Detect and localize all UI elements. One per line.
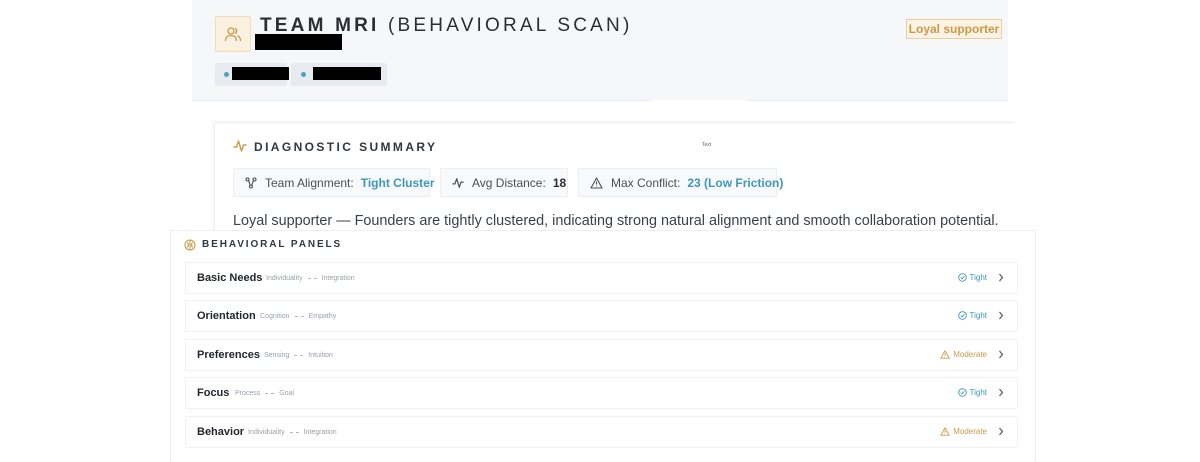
metric-value: 18 <box>552 175 567 190</box>
panel-row[interactable]: Orientation Cognition Empathy Tight <box>185 300 1018 332</box>
redacted-tag-label <box>232 67 289 80</box>
chevron-right-icon[interactable] <box>998 311 1004 320</box>
metric-value: Tight Cluster <box>360 175 435 190</box>
founder-tag <box>215 63 289 86</box>
diagnostic-summary-text: Loyal supporter — Founders are tightly c… <box>233 213 999 229</box>
axis-from: Individuality <box>266 275 303 282</box>
axis-to: Intuition <box>308 352 333 359</box>
axis-to: Integration <box>321 275 355 282</box>
redacted-tag-label <box>313 67 381 80</box>
chevron-right-icon[interactable] <box>998 273 1004 282</box>
team-name: TEAM MRI <box>260 15 380 36</box>
panel-axis: Cognition Empathy <box>260 313 336 320</box>
axis-from: Cognition <box>260 313 290 320</box>
axis-from: Sensing <box>264 352 290 359</box>
panel-status: Moderate <box>940 350 987 359</box>
panels-title: BEHAVIORAL PANELS <box>202 239 343 250</box>
panel-status: Tight <box>957 311 988 320</box>
team-avatar <box>215 16 251 52</box>
panel-name: Basic Needs <box>197 272 263 284</box>
status-label: Tight <box>969 273 988 282</box>
diagnostic-title: DIAGNOSTIC SUMMARY <box>254 140 438 154</box>
axis-dash <box>294 316 304 317</box>
metric-label: Team Alignment: <box>265 175 354 190</box>
chevron-right-icon[interactable] <box>998 388 1004 397</box>
status-label: Moderate <box>953 350 987 359</box>
panel-row[interactable]: Preferences Sensing Intuition Moderate <box>185 339 1018 371</box>
panel-row[interactable]: Basic Needs Individuality Integration Tig… <box>185 262 1018 294</box>
check-circle-icon <box>957 311 967 320</box>
status-badge: Loyal supporter <box>906 19 1002 39</box>
founder-tag <box>291 63 387 86</box>
warning-triangle-icon <box>590 176 603 189</box>
tab-stub <box>652 100 746 124</box>
status-label: Tight <box>969 311 988 320</box>
axis-dash <box>307 278 317 279</box>
axis-to: Goal <box>279 390 295 397</box>
tiny-text-label: Text <box>702 142 712 148</box>
users-icon <box>224 26 242 42</box>
axis-to: Empathy <box>308 313 337 320</box>
panel-name: Focus <box>197 387 230 399</box>
axis-to: Integration <box>303 429 337 436</box>
axis-dash <box>294 355 304 356</box>
status-label: Tight <box>969 388 988 397</box>
panel-axis: Individuality Integration <box>266 275 355 282</box>
panel-name: Orientation <box>197 310 256 322</box>
axis-dash <box>265 393 275 394</box>
metric-team-alignment: Team Alignment: Tight Cluster <box>233 168 435 197</box>
panel-status: Tight <box>957 273 988 282</box>
metric-value: 23 (Low Friction) <box>687 175 784 190</box>
check-circle-icon <box>957 273 967 282</box>
warning-triangle-icon <box>940 350 950 359</box>
panel-axis: Process Goal <box>235 390 294 397</box>
scan-type: (BEHAVIORAL SCAN) <box>388 15 633 36</box>
metric-label: Avg Distance: <box>472 175 546 190</box>
brain-icon <box>184 238 196 256</box>
metric-max-conflict: Max Conflict: 23 (Low Friction) <box>578 168 783 197</box>
panel-axis: Individuality Integration <box>248 429 337 436</box>
pulse-icon <box>233 139 247 158</box>
panel-status: Tight <box>957 388 988 397</box>
pulse-icon <box>452 177 464 189</box>
chevron-right-icon[interactable] <box>998 427 1004 436</box>
axis-from: Process <box>235 390 261 397</box>
panel-status: Moderate <box>940 427 987 436</box>
warning-triangle-icon <box>940 427 950 436</box>
axis-from: Individuality <box>248 429 285 436</box>
panel-row[interactable]: Behavior Individuality Integration Modera… <box>185 416 1018 448</box>
redacted-subtitle <box>255 34 342 50</box>
panel-row[interactable]: Focus Process Goal Tight <box>185 377 1018 409</box>
panel-name: Preferences <box>197 349 260 361</box>
metric-label: Max Conflict: <box>611 175 681 190</box>
cluster-icon <box>245 176 257 189</box>
status-label: Moderate <box>953 427 987 436</box>
metric-avg-distance: Avg Distance: 18 <box>440 168 568 197</box>
chevron-right-icon[interactable] <box>998 350 1004 359</box>
tag-dot <box>301 72 306 77</box>
tag-dot <box>224 72 229 77</box>
check-circle-icon <box>957 388 967 397</box>
panel-axis: Sensing Intuition <box>264 352 333 359</box>
panel-name: Behavior <box>197 426 245 438</box>
axis-dash <box>289 432 299 433</box>
